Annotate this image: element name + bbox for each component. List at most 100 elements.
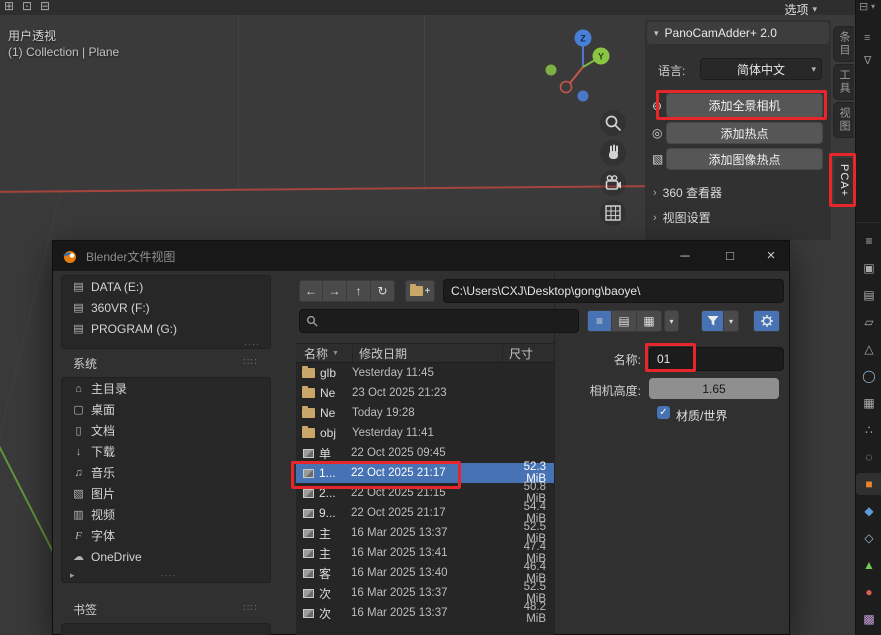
- tab-world-icon[interactable]: ◯: [856, 365, 881, 387]
- sidebar-item-desktop[interactable]: ▢ 桌面: [62, 399, 270, 420]
- view-mode-thumbnail-button[interactable]: ▦: [637, 310, 662, 332]
- npanel-tab-item[interactable]: 条目: [833, 26, 854, 62]
- material-world-checkbox[interactable]: ✓: [657, 406, 670, 419]
- file-row[interactable]: 主 16 Mar 2025 13:37 52.5 MiB: [296, 523, 554, 543]
- tab-collection-icon[interactable]: ▦: [856, 392, 881, 414]
- sidebar-item-videos[interactable]: ▥ 视频: [62, 504, 270, 525]
- view-mode-vertical-list-button[interactable]: ≡: [587, 310, 612, 332]
- tab-material-icon[interactable]: ●: [856, 581, 881, 603]
- sidebar-item-downloads[interactable]: ↓ 下载: [62, 441, 270, 462]
- minimize-button[interactable]: ─: [665, 241, 705, 271]
- display-settings-dropdown[interactable]: ▾: [664, 310, 679, 332]
- sidebar-expander[interactable]: ▸ ····: [62, 567, 270, 583]
- options-button[interactable]: 选项 ▾: [784, 1, 817, 18]
- sidebar-item-fonts[interactable]: F 字体: [62, 525, 270, 546]
- sidebar-item-documents[interactable]: ▯ 文档: [62, 420, 270, 441]
- add-pano-camera-button[interactable]: 添加全景相机: [666, 93, 823, 118]
- browser-settings-button[interactable]: [753, 310, 780, 332]
- sidebar-item-label: 视频: [91, 506, 115, 523]
- tab-render-icon[interactable]: ▣: [856, 257, 881, 279]
- column-label: 名称: [304, 345, 328, 362]
- hand-icon: [603, 143, 623, 163]
- create-directory-button[interactable]: +: [405, 280, 435, 302]
- path-input[interactable]: [443, 279, 784, 303]
- forward-button[interactable]: →: [323, 280, 347, 302]
- refresh-button[interactable]: ↻: [371, 280, 395, 302]
- view-mode-detail-list-button[interactable]: ▤: [612, 310, 637, 332]
- file-row[interactable]: Ne Today 19:28: [296, 403, 554, 423]
- editor-type-icon[interactable]: ⊞: [4, 0, 14, 13]
- npanel-tab-tool[interactable]: 工具: [833, 64, 854, 100]
- volume-item[interactable]: ▤ DATA (E:): [62, 276, 270, 297]
- sidebar-item-onedrive[interactable]: ☁ OneDrive: [62, 546, 270, 567]
- pca-panel-header[interactable]: ▾ PanoCamAdder+ 2.0: [647, 22, 829, 44]
- filename-label: 名称:: [493, 351, 641, 368]
- disk-icon: ▤: [70, 280, 87, 293]
- back-button[interactable]: ←: [299, 280, 323, 302]
- file-row[interactable]: 9... 22 Oct 2025 21:17 54.4 MiB: [296, 503, 554, 523]
- file-row[interactable]: 次 16 Mar 2025 13:37 48.2 MiB: [296, 603, 554, 623]
- language-dropdown[interactable]: 简体中文 ▾: [700, 58, 822, 80]
- camera-view-button[interactable]: [600, 170, 626, 196]
- filename-input[interactable]: [649, 347, 784, 371]
- file-row[interactable]: 主 16 Mar 2025 13:41 47.4 MiB: [296, 543, 554, 563]
- tab-active-tool-icon[interactable]: ≡: [856, 230, 881, 252]
- section-view-settings[interactable]: › 视图设置: [653, 209, 711, 226]
- filter-toggle-button[interactable]: [701, 310, 724, 332]
- up-button[interactable]: ↑: [347, 280, 371, 302]
- file-row-selected[interactable]: 1... 22 Oct 2025 21:17 52.3 MiB: [296, 463, 554, 483]
- tab-particles-icon[interactable]: ∴: [856, 419, 881, 441]
- sidebar-item-label: 桌面: [91, 401, 115, 418]
- tab-object-icon[interactable]: ■: [856, 473, 881, 495]
- image-file-icon: [303, 449, 314, 458]
- maximize-button[interactable]: □: [710, 241, 750, 271]
- file-row[interactable]: 单 22 Oct 2025 09:45: [296, 443, 554, 463]
- sidebar-item-music[interactable]: ♫ 音乐: [62, 462, 270, 483]
- mode-icon[interactable]: ⊡: [22, 0, 32, 13]
- bookmarks-section-header[interactable]: 书签: [73, 601, 97, 618]
- sidebar-item-home[interactable]: ⌂ 主目录: [62, 378, 270, 399]
- dialog-title-bar[interactable]: Blender文件视图 ─ □ ×: [53, 241, 789, 271]
- add-hotspot-button[interactable]: 添加热点: [666, 122, 823, 144]
- toggle-ortho-button[interactable]: [600, 200, 626, 226]
- filter-settings-dropdown[interactable]: ▾: [724, 310, 739, 332]
- column-header-date[interactable]: 修改日期: [352, 345, 502, 362]
- expand-dots[interactable]: ····: [62, 339, 270, 349]
- editor-selector-icon[interactable]: ⊟: [859, 0, 868, 13]
- tab-object-data-icon[interactable]: ▲: [856, 554, 881, 576]
- column-header-name[interactable]: 名称 ▼: [296, 345, 352, 362]
- volume-item[interactable]: ▤ PROGRAM (G:): [62, 318, 270, 339]
- section-360-viewer[interactable]: › 360 查看器: [653, 184, 722, 201]
- system-section-header[interactable]: 系统: [73, 355, 97, 372]
- zoom-tool-button[interactable]: [600, 110, 626, 136]
- file-row[interactable]: 次 16 Mar 2025 13:37 52.5 MiB: [296, 583, 554, 603]
- file-row[interactable]: 客 16 Mar 2025 13:40 46.4 MiB: [296, 563, 554, 583]
- move-view-tool-button[interactable]: [600, 140, 626, 166]
- add-image-hotspot-button[interactable]: 添加图像热点: [666, 148, 823, 170]
- volume-item[interactable]: ▤ 360VR (F:): [62, 297, 270, 318]
- tab-modifiers-icon[interactable]: ◆: [856, 500, 881, 522]
- axis-minus-y-handle: [546, 65, 557, 76]
- system-box: ⌂ 主目录 ▢ 桌面 ▯ 文档 ↓ 下载 ♫ 音乐 ▧ 图片: [61, 377, 271, 583]
- sidebar-item-label: 文档: [91, 422, 115, 439]
- outliner-filter-icon[interactable]: ≡: [864, 32, 870, 44]
- close-button[interactable]: ×: [751, 241, 791, 271]
- tab-scene-icon[interactable]: △: [856, 338, 881, 360]
- file-row[interactable]: 2... 22 Oct 2025 21:15 50.8 MiB: [296, 483, 554, 503]
- search-input[interactable]: [323, 314, 572, 328]
- tab-view-layer-icon[interactable]: ▱: [856, 311, 881, 333]
- navigation-gizmo[interactable]: Z Y: [535, 25, 627, 109]
- file-row[interactable]: obj Yesterday 11:41: [296, 423, 554, 443]
- tab-texture-icon[interactable]: ▩: [856, 608, 881, 630]
- tab-physics-icon[interactable]: ◌: [856, 446, 881, 468]
- sidebar-item-pictures[interactable]: ▧ 图片: [62, 483, 270, 504]
- camera-height-slider[interactable]: 1.65: [649, 378, 779, 399]
- outliner-funnel-icon[interactable]: ∇: [864, 54, 871, 67]
- npanel-tab-pca-plus[interactable]: PCA+: [833, 157, 854, 205]
- sidebar-item-label: OneDrive: [91, 550, 142, 564]
- snap-icon[interactable]: ⊟: [40, 0, 50, 13]
- tab-constraints-icon[interactable]: ◇: [856, 527, 881, 549]
- npanel-tab-view[interactable]: 视图: [833, 102, 854, 138]
- tab-output-icon[interactable]: ▤: [856, 284, 881, 306]
- language-value: 简体中文: [737, 61, 785, 78]
